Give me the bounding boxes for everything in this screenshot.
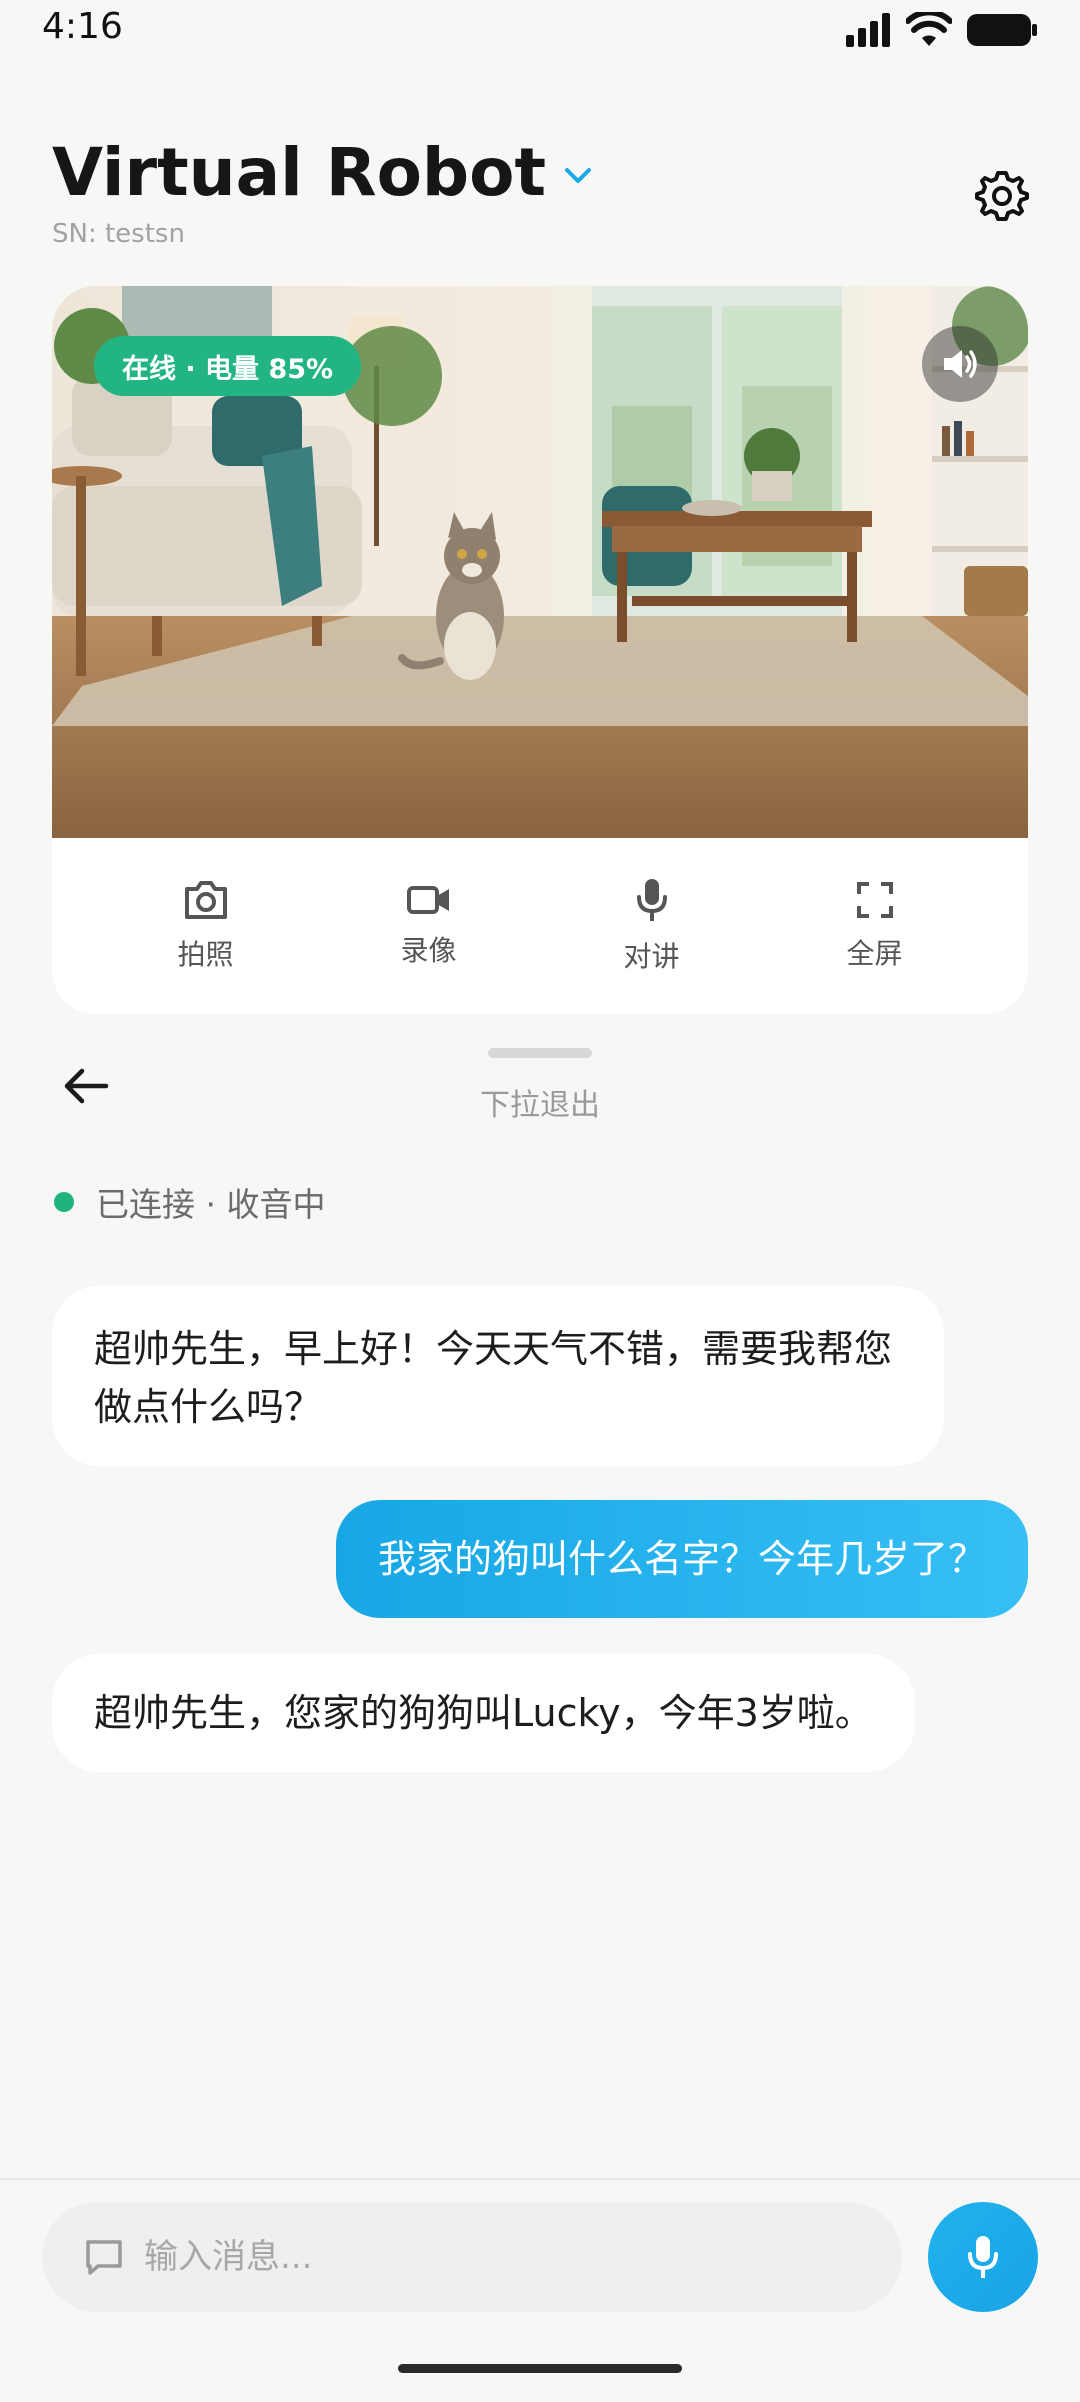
signal-icon: [846, 13, 890, 47]
connection-text: 已连接 · 收音中: [96, 1185, 326, 1224]
user-message: 我家的狗叫什么名字？今年几岁了？: [335, 1500, 1028, 1618]
talk-button[interactable]: 对讲: [540, 838, 763, 1014]
photo-button[interactable]: 拍照: [94, 838, 317, 1014]
online-battery-badge: 在线 · 电量 85%: [94, 336, 362, 396]
back-button[interactable]: [56, 1056, 116, 1116]
status-bar: 4:16: [0, 0, 1080, 64]
drag-handle[interactable]: [488, 1048, 592, 1058]
settings-button[interactable]: [972, 166, 1032, 226]
chat-bubble-icon: [86, 2240, 122, 2275]
arrow-left-icon: [64, 1068, 109, 1104]
assistant-message: 超帅先生，早上好！今天天气不错，需要我帮您做点什么吗？: [52, 1286, 944, 1466]
sound-toggle-button[interactable]: [922, 326, 998, 402]
camera-icon: [184, 881, 227, 919]
message-input[interactable]: [142, 2236, 846, 2278]
video-camera-icon: [406, 886, 449, 914]
header: Virtual Robot SN: testsn: [52, 134, 1029, 264]
device-selector[interactable]: Virtual Robot: [52, 134, 1028, 211]
record-button[interactable]: 录像: [317, 838, 540, 1014]
connection-status: 已连接 · 收音中: [54, 1178, 325, 1226]
status-time: 4:16: [42, 6, 123, 47]
photo-label: 拍照: [177, 938, 234, 971]
assistant-message: 超帅先生，您家的狗狗叫Lucky，今年3岁啦。: [52, 1654, 915, 1772]
message-input-container[interactable]: [42, 2202, 902, 2312]
talk-label: 对讲: [623, 940, 680, 973]
wifi-icon: [906, 12, 952, 46]
fullscreen-label: 全屏: [846, 937, 903, 970]
record-label: 录像: [400, 934, 457, 967]
chevron-down-icon[interactable]: [564, 167, 592, 185]
serial-number: SN: testsn: [52, 219, 185, 249]
home-indicator: [398, 2364, 682, 2373]
page-title: Virtual Robot: [52, 134, 547, 211]
voice-input-button[interactable]: [928, 2202, 1038, 2312]
connection-dot: [54, 1192, 74, 1212]
camera-feed[interactable]: 在线 · 电量 85%: [52, 286, 1028, 838]
fullscreen-button[interactable]: 全屏: [763, 838, 986, 1014]
battery-icon: [967, 14, 1037, 46]
camera-actions: 拍照 录像 对讲 全屏: [52, 838, 1028, 1014]
video-card: 在线 · 电量 85% 拍照 录像 对讲 全屏: [52, 286, 1028, 1014]
speaker-icon: [944, 350, 977, 378]
pull-down-hint: 下拉退出: [480, 1088, 600, 1123]
fullscreen-icon: [856, 882, 893, 918]
microphone-icon: [636, 879, 667, 921]
status-icons: [846, 12, 1038, 48]
gear-icon: [975, 171, 1029, 221]
microphone-icon: [968, 2236, 998, 2278]
